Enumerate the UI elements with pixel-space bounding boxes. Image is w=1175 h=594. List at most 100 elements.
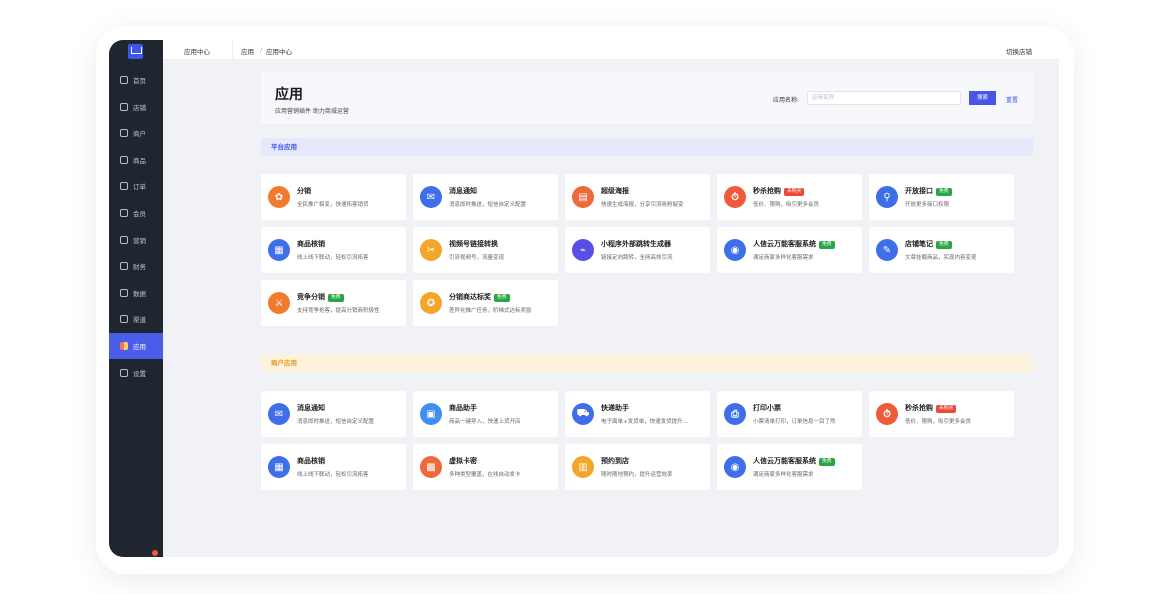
app-title-text: 预约到店 [601, 457, 629, 465]
topbar-divider [232, 40, 233, 60]
app-description: 消息即时推送，短信自定义配置 [297, 419, 375, 425]
sidebar-item-9[interactable]: 渠道 [109, 306, 163, 332]
app-window: 首页 店铺 商户 商品 订单 会员 营销 财务 数据 渠道 应用 设置 应用中心 应用 / 应用中心 … [109, 40, 1059, 557]
app-card[interactable]: ▥ 预约到店 随时随地预约，提升运营效率 [565, 444, 710, 490]
notes-icon: ✎ [876, 239, 898, 261]
app-card[interactable]: ◉ 人信云万能客服系统 免费满足商家多样化客服需求 [717, 227, 862, 273]
sidebar-item-label: 财务 [133, 263, 146, 272]
app-title: 商品核销 [297, 456, 325, 466]
app-card[interactable]: ✉ 消息通知 消息即时推送，短信自定义配置 [261, 391, 406, 437]
goods-helper-icon: ▣ [420, 403, 442, 425]
app-description: 全民推广裂变，快速拓客销货 [297, 202, 369, 208]
app-description: 低价、限购，吸引更多会员 [753, 202, 820, 208]
app-card[interactable]: ⚲ 开放接口 免费 开放更多接口权限 [869, 174, 1014, 220]
verify-icon: ▦ [268, 456, 290, 478]
sidebar-item-10[interactable]: 应用 [109, 333, 163, 359]
poster-icon: ▤ [572, 186, 594, 208]
app-card[interactable]: ✎ 店铺笔记 免费文章挂载商品，实现内容变现 [869, 227, 1014, 273]
platform-section-header: 平台应用 [261, 138, 1033, 156]
sidebar-item-6[interactable]: 营销 [109, 227, 163, 253]
app-title: 秒杀抢购 未购买 [753, 186, 805, 196]
member-icon [120, 209, 128, 217]
sidebar-item-label: 渠道 [133, 316, 146, 325]
search-button[interactable]: 搜索 [969, 91, 996, 105]
app-description: 随时随地预约，提升运营效率 [601, 472, 673, 478]
share-network-icon: ✿ [268, 186, 290, 208]
free-badge: 免费 [494, 294, 510, 302]
app-title: 商品核销 [297, 239, 325, 249]
app-title-text: 分销 [297, 187, 311, 195]
app-card[interactable]: ✪ 分销商达标奖 免费 差异化推广任务，阶梯式达标奖励 [413, 280, 558, 326]
reset-link[interactable]: 重置 [1006, 95, 1018, 104]
app-card[interactable]: ✂ 视频号链接转换 引流视频号，流量变现 [413, 227, 558, 273]
sidebar-item-label: 商户 [133, 130, 146, 139]
sidebar-item-4[interactable]: 订单 [109, 173, 163, 199]
app-card[interactable]: ✿ 分销全民推广裂变，快速拓客销货 [261, 174, 406, 220]
sidebar-item-label: 设置 [133, 369, 146, 378]
app-title: 店铺笔记 免费 [905, 239, 952, 249]
app-description: 商品一键导入，快速上货开店 [449, 419, 521, 425]
flash-sale-icon: ⏱ [876, 403, 898, 425]
app-title-text: 快递助手 [601, 404, 629, 412]
app-card[interactable]: ⏱ 秒杀抢购 未购买低价、限购，吸引更多会员 [869, 391, 1014, 437]
app-description: 链接定向跳转，全网高效引流 [601, 255, 673, 261]
sidebar-item-7[interactable]: 财务 [109, 253, 163, 279]
compete-icon: ⚔ [268, 292, 290, 314]
breadcrumb-separator: / [260, 46, 263, 54]
app-description: 消息即时推送，短信自定义配置 [449, 202, 527, 208]
breadcrumb-root[interactable]: 应用 [241, 46, 254, 56]
app-card[interactable]: ▩ 虚拟卡密 多种类型覆盖，在线自动发卡 [413, 444, 558, 490]
app-description: 满足商家多样化客服需求 [753, 472, 814, 478]
app-card[interactable]: ⌁ 小程序外部跳转生成器 链接定向跳转，全网高效引流 [565, 227, 710, 273]
search-input[interactable]: 应用名称 [807, 91, 961, 105]
app-description: 引流视频号，流量变现 [449, 255, 505, 261]
app-title: 人信云万能客服系统 免费 [753, 239, 835, 249]
app-title: 秒杀抢购 未购买 [905, 403, 957, 413]
app-description: 差异化推广任务，阶梯式达标奖励 [449, 308, 532, 314]
store-icon [120, 102, 128, 111]
app-card[interactable]: ▦ 商品核销 线上线下联动，轻松引流拓客 [261, 227, 406, 273]
app-title: 竞争分销 免费 [297, 292, 344, 302]
app-title: 分销 [297, 186, 311, 196]
customer-service-icon: ◉ [724, 239, 746, 261]
app-card[interactable]: ⚔ 竞争分销 免费 支持竞争抢客，提高分销商积极性 [261, 280, 406, 326]
app-card[interactable]: ▦ 商品核销 线上线下联动，轻松引流拓客 [261, 444, 406, 490]
merchant-icon [120, 129, 128, 138]
app-description: 开放更多接口权限 [905, 202, 950, 208]
sidebar-item-0[interactable]: 首页 [109, 67, 163, 93]
app-card[interactable]: ✉ 消息通知 消息即时推送，短信自定义配置 [413, 174, 558, 220]
data-icon [120, 288, 128, 297]
sidebar-item-3[interactable]: 商品 [109, 147, 163, 173]
home-icon [120, 76, 128, 84]
app-description: 电子面单+发货单，快速发货提升... [601, 419, 688, 425]
sidebar: 首页 店铺商户商品 订单 会员 营销财务数据渠道应用设置 [109, 40, 163, 557]
sidebar-item-1[interactable]: 店铺 [109, 94, 163, 120]
sidebar-item-11[interactable]: 设置 [109, 360, 163, 386]
app-description: 文章挂载商品，实现内容变现 [905, 255, 977, 261]
app-card[interactable]: ▤ 超级海报 快速生成海报，分享引流吸粉裂变 [565, 174, 710, 220]
app-title-text: 消息通知 [297, 404, 325, 412]
app-description: 低价、限购，吸引更多会员 [905, 419, 972, 425]
app-title-text: 超级海报 [601, 187, 629, 195]
app-card[interactable]: ⛟ 快递助手 电子面单+发货单，快速发货提升... [565, 391, 710, 437]
virtual-card-icon: ▩ [420, 456, 442, 478]
app-title-text: 店铺笔记 [905, 240, 933, 248]
free-badge: 免费 [819, 241, 835, 249]
app-description: 多种类型覆盖，在线自动发卡 [449, 472, 521, 478]
app-title-text: 小程序外部跳转生成器 [601, 240, 671, 248]
switch-store-link[interactable]: 切换店铺 [1006, 46, 1032, 56]
flash-sale-icon: ⏱ [724, 186, 746, 208]
app-title-text: 消息通知 [449, 187, 477, 195]
app-card[interactable]: ⏱ 秒杀抢购 未购买低价、限购，吸引更多会员 [717, 174, 862, 220]
sidebar-item-8[interactable]: 数据 [109, 280, 163, 306]
app-card[interactable]: ⎙ 打印小票 小票清单打印，订单信息一目了然 [717, 391, 862, 437]
app-title-text: 分销商达标奖 [449, 293, 491, 301]
app-card[interactable]: ◉ 人信云万能客服系统 免费 满足商家多样化客服需求 [717, 444, 862, 490]
app-card[interactable]: ▣ 商品助手 商品一键导入，快速上货开店 [413, 391, 558, 437]
logo-icon[interactable] [128, 44, 143, 59]
sidebar-item-2[interactable]: 商户 [109, 120, 163, 146]
sidebar-item-5[interactable]: 会员 [109, 200, 163, 226]
app-description: 满足商家多样化客服需求 [753, 255, 814, 261]
free-badge: 免费 [819, 458, 835, 466]
finance-icon [120, 262, 128, 271]
